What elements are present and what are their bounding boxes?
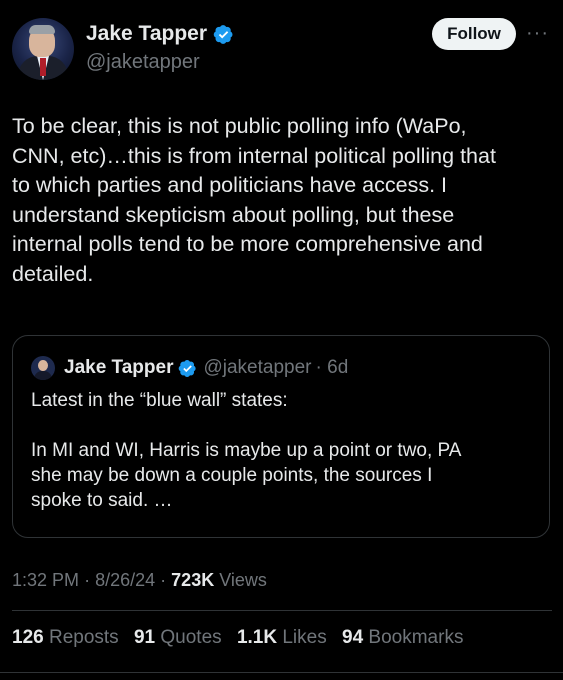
tweet-header: Jake Tapper @jaketapper Follow ··· <box>12 16 552 86</box>
reposts-label: Reposts <box>48 627 119 648</box>
views-count: 723K <box>171 570 215 590</box>
quoted-tweet-age: · 6d <box>315 357 349 378</box>
reposts-stat[interactable]: 126 Reposts <box>12 627 119 648</box>
engagement-stats: 126 Reposts 91 Quotes 1.1K Likes 94 Book… <box>12 627 473 649</box>
quoted-tweet-text: Latest in the “blue wall” states: In MI … <box>31 390 462 511</box>
follow-button[interactable]: Follow <box>432 18 516 50</box>
bookmarks-label: Bookmarks <box>368 627 464 648</box>
bookmarks-count: 94 <box>342 627 364 648</box>
quoted-tweet-header: Jake Tapper @jaketapper · 6d <box>31 356 348 380</box>
quotes-count: 91 <box>133 627 156 648</box>
author-handle[interactable]: @jaketapper <box>86 51 200 74</box>
reposts-count: 126 <box>12 627 44 648</box>
meta-separator: · <box>160 570 167 590</box>
quotes-label: Quotes <box>160 627 222 648</box>
verified-badge-icon <box>213 24 233 44</box>
views-label: Views <box>219 570 267 590</box>
meta-separator: · <box>84 570 91 590</box>
divider <box>12 610 552 611</box>
author-name-row: Jake Tapper <box>86 22 234 46</box>
likes-count: 1.1K <box>236 627 278 648</box>
tweet-text: To be clear, this is not public polling … <box>12 114 496 286</box>
verified-badge-icon <box>179 359 197 377</box>
tweet-time[interactable]: 1:32 PM <box>12 570 79 590</box>
bookmarks-stat[interactable]: 94 Bookmarks <box>342 627 463 648</box>
likes-stat[interactable]: 1.1K Likes <box>237 627 327 648</box>
bottom-divider <box>0 672 563 673</box>
quoted-author-avatar <box>31 356 55 380</box>
more-horizontal-icon[interactable]: ··· <box>526 22 549 45</box>
author-avatar[interactable] <box>12 18 74 80</box>
quoted-tweet[interactable]: Jake Tapper @jaketapper · 6d Latest in t… <box>12 335 550 538</box>
quoted-author-handle: @jaketapper <box>203 357 312 378</box>
tweet-meta: 1:32 PM · 8/26/24 · 723K Views <box>12 570 267 591</box>
likes-label: Likes <box>282 627 327 648</box>
quotes-stat[interactable]: 91 Quotes <box>134 627 222 648</box>
tweet-date[interactable]: 8/26/24 <box>95 570 155 590</box>
author-name[interactable]: Jake Tapper <box>86 22 207 46</box>
quoted-author-name: Jake Tapper <box>64 357 174 378</box>
